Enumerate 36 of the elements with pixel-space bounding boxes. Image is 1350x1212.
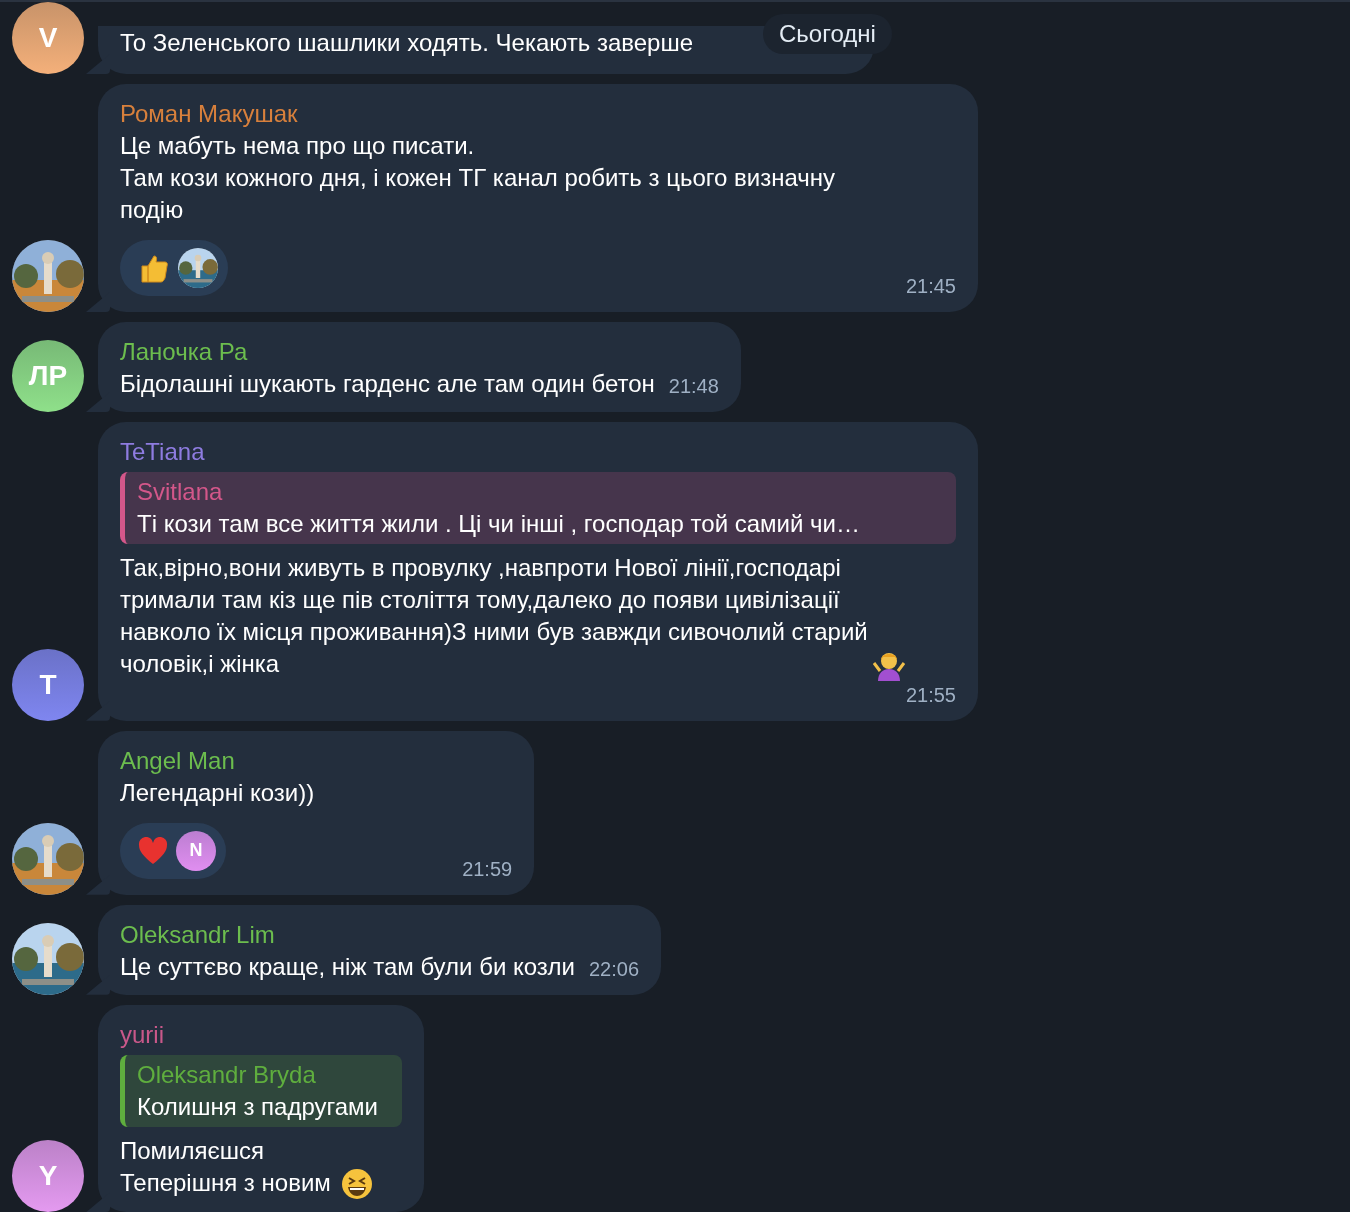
message-time: 21:48	[668, 374, 719, 399]
message-text: Так,вірно,вони живуть в провулку ,навпроти Нової лінії,господарі тримали там кіз ще пів століття тому,далеко до появи цивілізації навколо їх місця проживання)З ними був завжди сивочолий старий чоловік,і жінка	[120, 553, 868, 679]
reply-author: Oleksandr Bryda	[137, 1059, 317, 1090]
message-time: 22:06	[589, 956, 640, 982]
message-text: Помиляєшся Теперішня з новим	[120, 1135, 331, 1198]
reply-quote[interactable]: Oleksandr Bryda Колишня з падругами	[120, 1054, 402, 1127]
message-time: 21:45	[905, 274, 956, 299]
avatar[interactable]: N	[176, 830, 216, 871]
avatar[interactable]: Y	[12, 1140, 84, 1212]
reply-text: Ті кози там все життя жили . Ці чи інші , господар той самий чи…	[137, 509, 861, 539]
author-name: Angel Man	[120, 745, 236, 776]
message-text: Легендарні кози))	[120, 777, 315, 808]
date-pill: Сьогодні	[763, 14, 892, 54]
heart-icon	[138, 836, 168, 865]
reply-text: Колишня з падругами	[137, 1091, 379, 1122]
laughing-face-icon	[340, 1168, 373, 1201]
avatar[interactable]: V	[12, 2, 84, 74]
author-name: Ланочка Ра	[120, 337, 249, 367]
reply-quote[interactable]: Svitlana Ті кози там все життя жили . Ці чи інші , господар той самий чи…	[120, 472, 956, 544]
message-text: То Зеленського шашлики ходять. Чекають заверше	[120, 28, 694, 58]
message-text: Бідолашні шукають гарденс але там один бетон	[120, 369, 655, 399]
author-name: Oleksandr Lim	[120, 919, 276, 950]
author-name: TeTiana	[120, 437, 206, 467]
message-time: 21:59	[462, 856, 513, 882]
message-text: Це суттєво краще, ніж там були би козли	[120, 951, 575, 982]
message-text: Це мабуть нема про що писати. Там кози кожного дня, і кожен ТГ канал робить з цього визначну подію	[120, 131, 836, 225]
reply-author: Svitlana	[137, 477, 224, 507]
author-name: yurii	[120, 1019, 165, 1050]
reaction-chip[interactable]	[120, 240, 228, 296]
shrugging-woman-icon	[871, 650, 906, 681]
reaction-chip[interactable]: N	[120, 822, 226, 879]
message-time: 21:55	[905, 682, 956, 708]
avatar[interactable]: ЛР	[12, 340, 84, 412]
thumbs-up-icon	[138, 252, 170, 284]
author-name: Роман Макушак	[120, 99, 299, 129]
avatar[interactable]: T	[12, 648, 84, 721]
